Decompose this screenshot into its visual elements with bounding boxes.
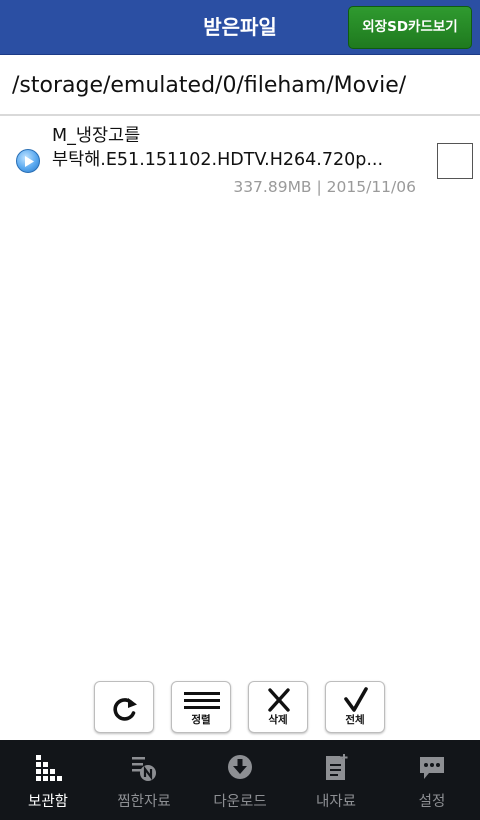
file-meta: 337.89MB | 2015/11/06 — [170, 178, 416, 196]
delete-label: 삭제 — [268, 714, 288, 726]
nav-item-my-files[interactable]: 내자료 — [288, 740, 384, 820]
favorites-list-icon — [132, 757, 156, 781]
nav-item-favorites[interactable]: 찜한자료 — [96, 740, 192, 820]
nav-item-download[interactable]: 다운로드 — [192, 740, 288, 820]
refresh-icon — [113, 698, 137, 721]
nav-item-storage[interactable]: 보관함 — [0, 740, 96, 820]
nav-label-settings: 설정 — [418, 794, 446, 810]
file-name: M_냉장고를 부탁해.E51.151102.HDTV.H264.720p... — [52, 124, 412, 172]
file-name-line1: M_냉장고를 — [52, 126, 141, 146]
sort-label: 정렬 — [191, 714, 211, 726]
select-all-button[interactable]: 전체 — [325, 681, 385, 733]
my-files-icon — [326, 754, 348, 780]
nav-label-my-files: 내자료 — [315, 794, 357, 810]
storage-icon — [36, 755, 62, 781]
settings-chat-icon — [420, 757, 444, 779]
delete-button[interactable]: 삭제 — [248, 681, 308, 733]
nav-label-favorites: 찜한자료 — [117, 794, 171, 810]
download-icon — [228, 755, 252, 779]
sort-button[interactable]: 정렬 — [171, 681, 231, 733]
file-date: 2015/11/06 — [326, 178, 416, 196]
file-manager-screen: 받은파일 외장SD카드보기 /storage/emulated/0/fileha… — [0, 0, 480, 820]
nav-item-settings[interactable]: 설정 — [384, 740, 480, 820]
title-bar: 받은파일 외장SD카드보기 — [0, 0, 480, 55]
play-icon — [16, 149, 40, 173]
meta-separator: | — [311, 178, 327, 196]
current-path-bar: /storage/emulated/0/fileham/Movie/ — [0, 55, 480, 116]
nav-label-storage: 보관함 — [27, 794, 69, 810]
nav-label-download: 다운로드 — [213, 794, 267, 810]
file-size: 337.89MB — [233, 178, 312, 196]
refresh-button[interactable] — [94, 681, 154, 733]
bottom-navigation: 보관함 찜한자료 다운로드 내자료 설정 — [0, 740, 480, 820]
external-sd-card-button[interactable]: 외장SD카드보기 — [348, 6, 472, 49]
current-path: /storage/emulated/0/fileham/Movie/ — [12, 73, 407, 98]
select-all-label: 전체 — [345, 714, 365, 726]
file-select-checkbox[interactable] — [437, 143, 473, 179]
file-name-line2: 부탁해.E51.151102.HDTV.H264.720p... — [52, 150, 384, 170]
